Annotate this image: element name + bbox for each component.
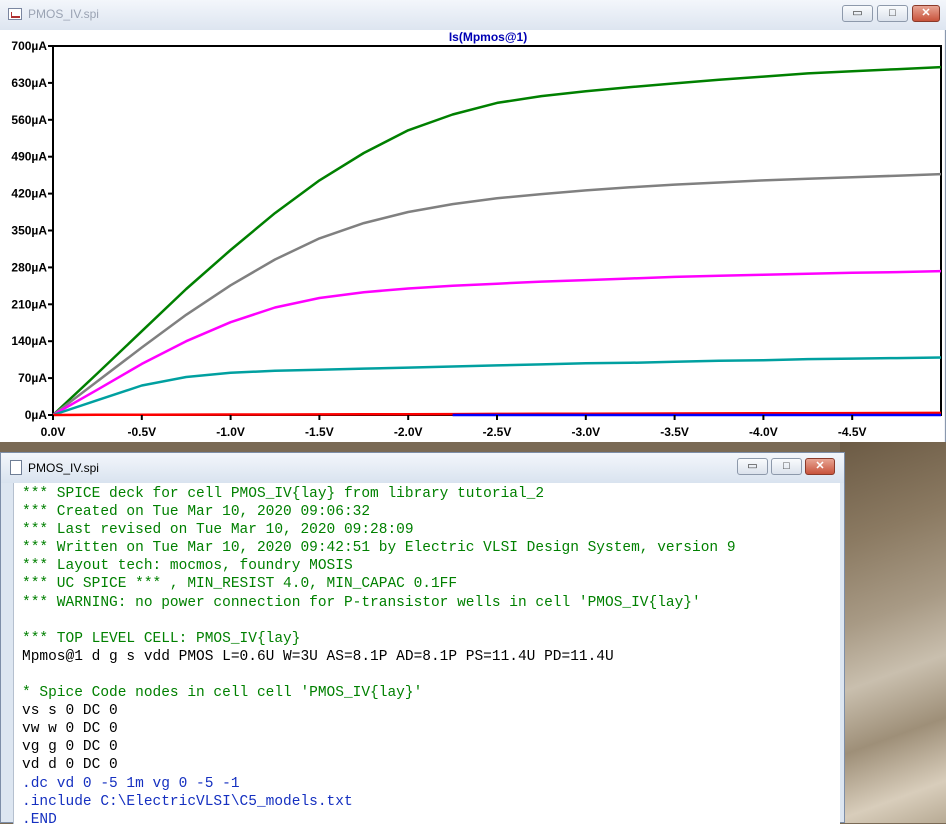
netlist-titlebar[interactable]: PMOS_IV.spi ▭ □ ✕ [1, 453, 844, 483]
waveform-titlebar[interactable]: PMOS_IV.spi ▭ □ ✕ [0, 0, 946, 30]
document-icon [10, 460, 22, 475]
netlist-line[interactable]: vs s 0 DC 0 [22, 702, 736, 720]
y-tick-label: 140µA [11, 334, 47, 348]
y-tick-label: 350µA [11, 224, 47, 238]
x-tick-label: -4.5V [838, 425, 867, 439]
netlist-line[interactable]: *** UC SPICE *** , MIN_RESIST 4.0, MIN_C… [22, 575, 736, 593]
netlist-line[interactable]: *** TOP LEVEL CELL: PMOS_IV{lay} [22, 630, 736, 648]
trace-line[interactable] [52, 356, 942, 417]
y-tick-label: 420µA [11, 187, 47, 201]
netlist-line[interactable]: *** Created on Tue Mar 10, 2020 09:06:32 [22, 503, 736, 521]
close-button[interactable]: ✕ [912, 5, 940, 22]
x-tick-label: -4.0V [749, 425, 778, 439]
y-tick-label: 630µA [11, 76, 47, 90]
waveform-window-title: PMOS_IV.spi [28, 7, 99, 21]
netlist-window-title: PMOS_IV.spi [28, 461, 99, 475]
y-tick-label: 280µA [11, 260, 47, 274]
maximize-icon: □ [889, 7, 896, 19]
y-tick-label: 70µA [18, 371, 47, 385]
netlist-line[interactable]: .END [22, 811, 736, 824]
minimize-icon: ▭ [852, 7, 863, 19]
netlist-line[interactable]: *** Layout tech: mocmos, foundry MOSIS [22, 557, 736, 575]
close-icon: ✕ [921, 7, 931, 19]
minimize-icon: ▭ [747, 460, 758, 472]
x-tick-label: -1.5V [305, 425, 334, 439]
maximize-button[interactable]: □ [877, 5, 908, 22]
netlist-line[interactable]: *** WARNING: no power connection for P-t… [22, 594, 736, 612]
y-tick-label: 700µA [11, 39, 47, 53]
netlist-window: PMOS_IV.spi ▭ □ ✕ *** SPICE deck for cel… [0, 452, 845, 824]
netlist-line[interactable]: vd d 0 DC 0 [22, 756, 736, 774]
x-tick-label: -3.0V [571, 425, 600, 439]
netlist-close-button[interactable]: ✕ [805, 458, 835, 475]
x-tick-label: -2.5V [483, 425, 512, 439]
trace-title[interactable]: Is(Mpmos@1) [449, 30, 527, 44]
minimize-button[interactable]: ▭ [842, 5, 873, 22]
netlist-line[interactable]: vw w 0 DC 0 [22, 720, 736, 738]
x-tick-label: -1.0V [216, 425, 245, 439]
netlist-line[interactable]: *** Last revised on Tue Mar 10, 2020 09:… [22, 521, 736, 539]
netlist-line[interactable]: *** Written on Tue Mar 10, 2020 09:42:51… [22, 539, 736, 557]
netlist-line[interactable] [22, 612, 736, 630]
trace-line[interactable] [52, 65, 942, 416]
x-tick-label: 0.0V [41, 425, 66, 439]
netlist-line[interactable]: vg g 0 DC 0 [22, 738, 736, 756]
waveform-window: PMOS_IV.spi ▭ □ ✕ Is(Mpmos@1) 0.0V -0.5V -… [0, 0, 946, 442]
y-tick-label: 490µA [11, 150, 47, 164]
netlist-maximize-button[interactable]: □ [771, 458, 802, 475]
netlist-line[interactable] [22, 666, 736, 684]
plot-pane[interactable]: Is(Mpmos@1) 0.0V -0.5V -1.0V -1.5V -2.0V -2.5… [0, 30, 944, 442]
netlist-editor[interactable]: *** SPICE deck for cell PMOS_IV{lay} fro… [13, 483, 840, 824]
waveform-app-icon [8, 8, 22, 20]
x-tick-label: -0.5V [127, 425, 156, 439]
x-tick-label: -2.0V [394, 425, 423, 439]
desktop-wallpaper [840, 440, 946, 823]
netlist-line[interactable]: .dc vd 0 -5 1m vg 0 -5 -1 [22, 775, 736, 793]
x-tick-label: -3.5V [660, 425, 689, 439]
iv-curve-chart[interactable]: Is(Mpmos@1) 0.0V -0.5V -1.0V -1.5V -2.0V -2.5… [0, 30, 944, 442]
netlist-line[interactable]: *** SPICE deck for cell PMOS_IV{lay} fro… [22, 485, 736, 503]
y-tick-label: 0µA [25, 408, 48, 422]
maximize-icon: □ [783, 460, 790, 472]
y-tick-label: 210µA [11, 297, 47, 311]
netlist-line[interactable]: * Spice Code nodes in cell cell 'PMOS_IV… [22, 684, 736, 702]
trace-line[interactable] [52, 269, 942, 417]
close-icon: ✕ [815, 460, 825, 472]
netlist-text[interactable]: *** SPICE deck for cell PMOS_IV{lay} fro… [22, 485, 736, 824]
netlist-minimize-button[interactable]: ▭ [737, 458, 768, 475]
netlist-line[interactable]: .include C:\ElectricVLSI\C5_models.txt [22, 793, 736, 811]
y-tick-label: 560µA [11, 113, 47, 127]
netlist-line[interactable]: Mpmos@1 d g s vdd PMOS L=0.6U W=3U AS=8.… [22, 648, 736, 666]
trace-line[interactable] [52, 172, 942, 416]
